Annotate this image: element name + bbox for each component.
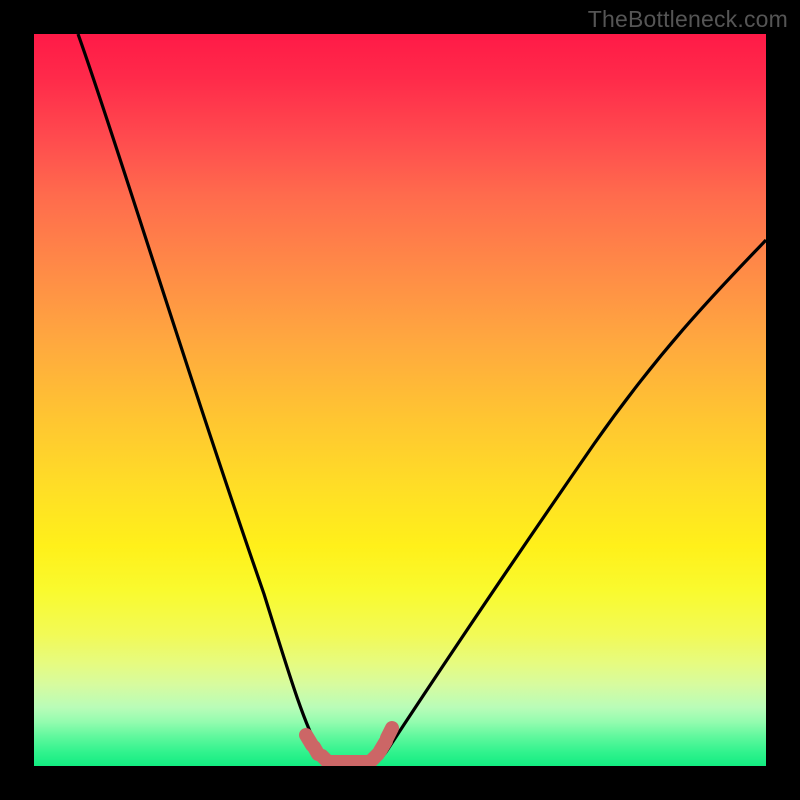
bottleneck-curve: [34, 34, 766, 766]
curve-right: [364, 240, 766, 765]
trough-markers: [306, 728, 392, 762]
plot-area: [34, 34, 766, 766]
watermark-text: TheBottleneck.com: [588, 6, 788, 33]
curve-left: [78, 34, 336, 765]
chart-frame: TheBottleneck.com: [0, 0, 800, 800]
